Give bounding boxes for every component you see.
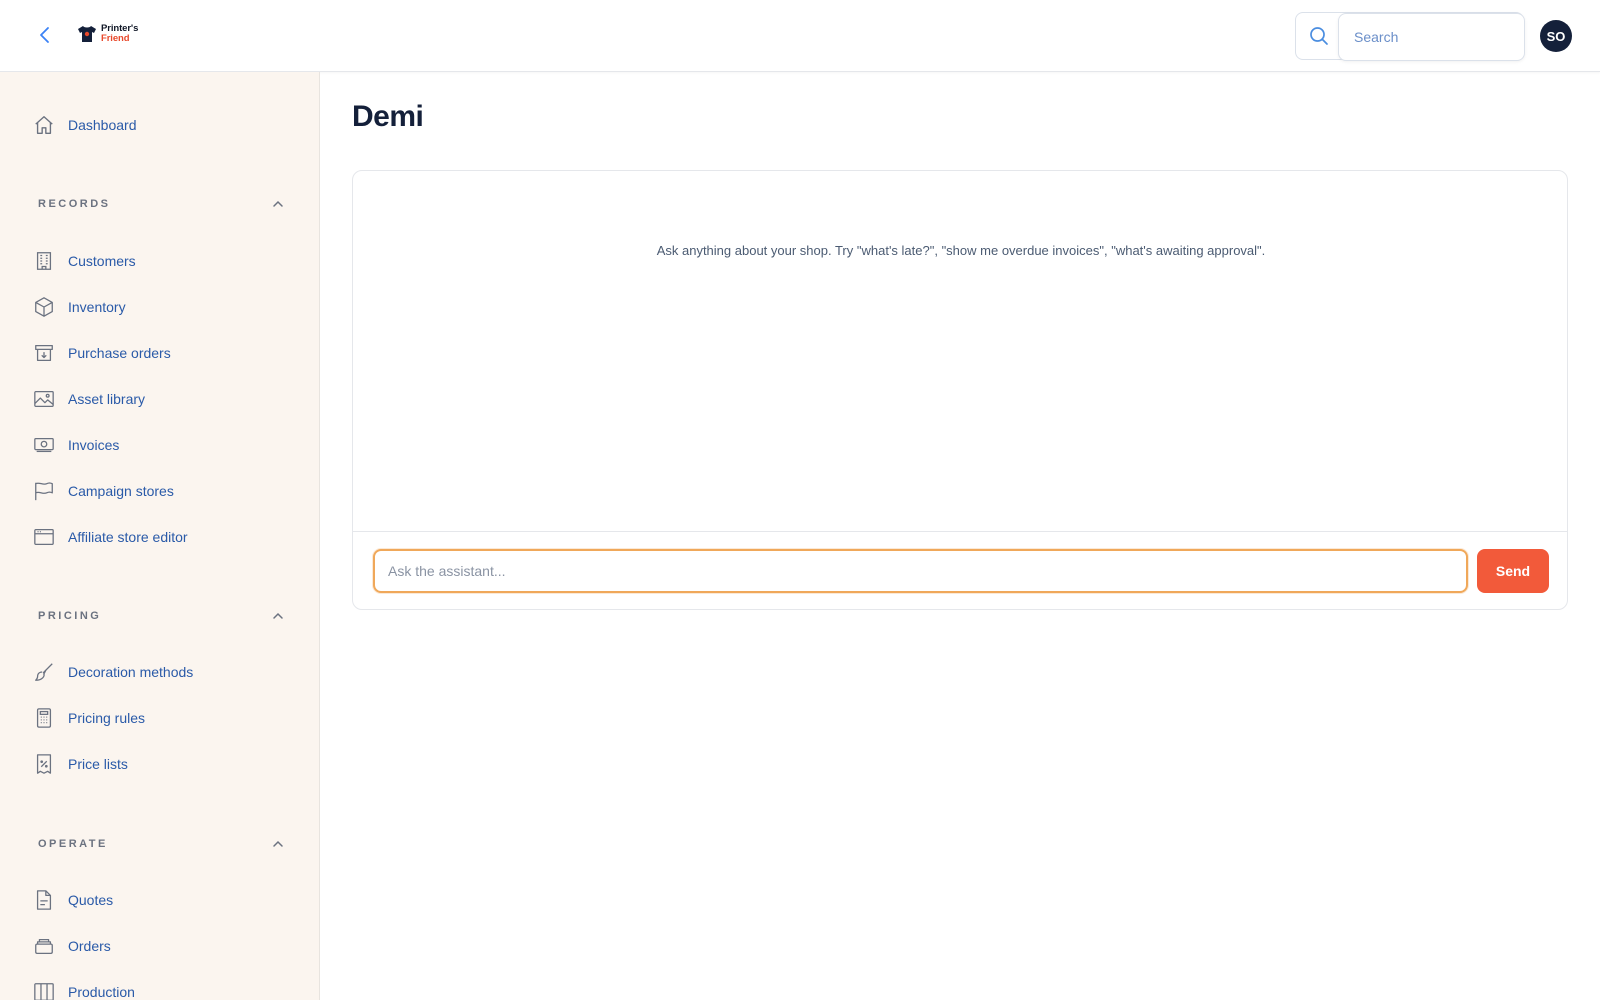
search-box [1295, 12, 1525, 61]
sidebar-item-pricing-rules[interactable]: Pricing rules [32, 704, 145, 732]
sidebar-item-price-lists[interactable]: Price lists [32, 750, 128, 778]
section-header-pricing: PRICING [38, 606, 286, 626]
tshirt-icon [78, 26, 96, 42]
search-input[interactable] [1338, 13, 1525, 61]
section-title: RECORDS [38, 198, 111, 210]
sidebar-item-label: Orders [68, 938, 111, 954]
chevron-up-icon[interactable] [270, 608, 286, 624]
sidebar-item-decoration-methods[interactable]: Decoration methods [32, 658, 193, 686]
archive-download-icon [32, 341, 56, 365]
sidebar-item-label: Pricing rules [68, 710, 146, 726]
sidebar-item-dashboard[interactable]: Dashboard [32, 111, 137, 139]
paintbrush-icon [32, 660, 56, 684]
flag-icon [32, 479, 56, 503]
building-icon [32, 249, 56, 273]
assistant-hint-text: Ask anything about your shop. Try "what'… [656, 243, 1266, 258]
sidebar-item-campaign-stores[interactable]: Campaign stores [32, 477, 174, 505]
calculator-icon [32, 706, 56, 730]
section-title: PRICING [38, 610, 102, 622]
sidebar-item-label: Dashboard [68, 117, 137, 133]
home-icon [32, 113, 56, 137]
app-logo[interactable]: Printer's Friend [77, 24, 138, 44]
receipt-percent-icon [32, 752, 56, 776]
user-avatar[interactable]: SO [1540, 20, 1572, 52]
sidebar-item-label: Invoices [68, 437, 120, 453]
sidebar-item-invoices[interactable]: Invoices [32, 431, 119, 459]
sidebar-item-label: Affiliate store editor [68, 529, 188, 545]
chevron-left-icon[interactable] [35, 25, 55, 45]
chevron-up-icon[interactable] [270, 836, 286, 852]
logo-line-2: Friend [101, 33, 130, 44]
sidebar-item-purchase-orders[interactable]: Purchase orders [32, 339, 171, 367]
sidebar-item-affiliate-store-editor[interactable]: Affiliate store editor [32, 523, 188, 551]
send-button[interactable]: Send [1477, 549, 1549, 593]
sidebar-item-label: Production [68, 984, 135, 1000]
sidebar-item-quotes[interactable]: Quotes [32, 886, 113, 914]
top-header: Printer's Friend SO [0, 0, 1600, 72]
sidebar-item-label: Quotes [68, 892, 114, 908]
image-icon [32, 387, 56, 411]
document-text-icon [32, 888, 56, 912]
browser-window-icon [32, 525, 56, 549]
sidebar-item-asset-library[interactable]: Asset library [32, 385, 145, 413]
cube-icon [32, 295, 56, 319]
sidebar-item-customers[interactable]: Customers [32, 247, 136, 275]
sidebar-item-label: Customers [68, 253, 136, 269]
back-button[interactable] [32, 22, 58, 48]
page-title: Demi [352, 100, 424, 133]
section-header-records: RECORDS [38, 194, 286, 214]
assistant-chat-panel: Ask anything about your shop. Try "what'… [352, 170, 1568, 610]
sidebar-item-production[interactable]: Production [32, 978, 135, 1000]
section-title: OPERATE [38, 838, 108, 850]
logo-text: Printer's Friend [101, 24, 138, 44]
sidebar: Dashboard RECORDS Customers Inventory Pu… [0, 72, 320, 1000]
search-icon[interactable] [1308, 25, 1330, 47]
assistant-input[interactable] [373, 549, 1468, 593]
sidebar-item-orders[interactable]: Orders [32, 932, 111, 960]
columns-icon [32, 980, 56, 1000]
sidebar-item-label: Purchase orders [68, 345, 171, 361]
banknote-icon [32, 433, 56, 457]
sidebar-item-label: Campaign stores [68, 483, 174, 499]
stack-icon [32, 934, 56, 958]
divider [353, 531, 1567, 532]
sidebar-item-label: Asset library [68, 391, 146, 407]
sidebar-item-inventory[interactable]: Inventory [32, 293, 126, 321]
sidebar-item-label: Price lists [68, 756, 128, 772]
sidebar-item-label: Decoration methods [68, 664, 194, 680]
chevron-up-icon[interactable] [270, 196, 286, 212]
section-header-operate: OPERATE [38, 834, 286, 854]
sidebar-item-label: Inventory [68, 299, 126, 315]
